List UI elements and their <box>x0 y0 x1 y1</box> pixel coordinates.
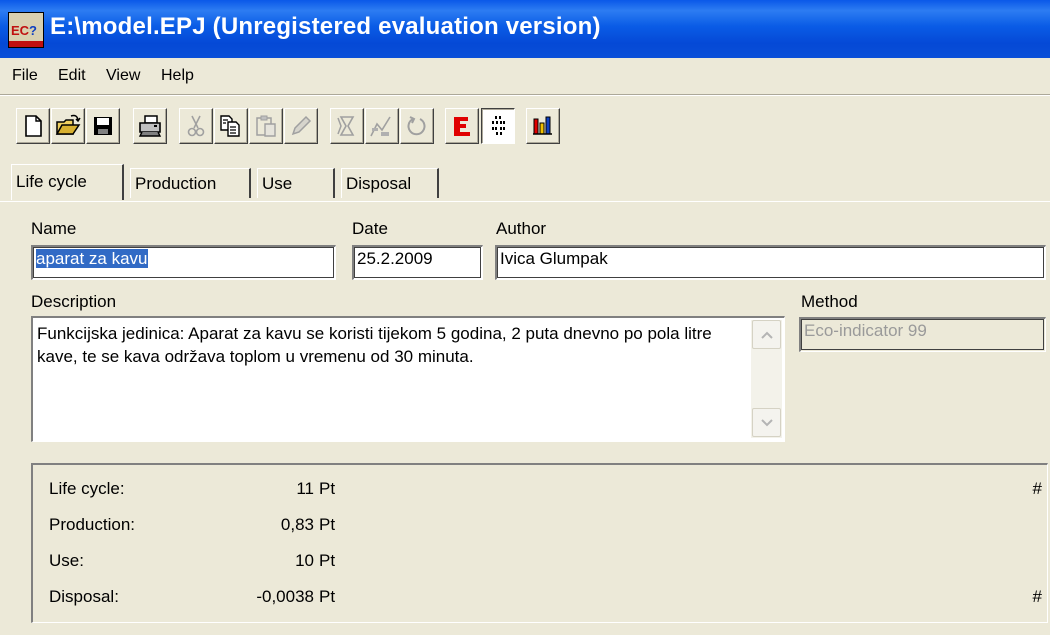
eco-indicator-button[interactable] <box>445 108 479 144</box>
tab-strip: Life cycle Production Use Disposal <box>0 156 1050 204</box>
results-panel: Life cycle: 11 Pt # Production: 0,83 Pt … <box>31 463 1048 623</box>
tab-divider <box>0 201 1050 203</box>
title-bar[interactable]: EC ? E:\model.EPJ (Unregistered evaluati… <box>0 0 1050 58</box>
description-label: Description <box>31 292 117 311</box>
window-title: E:\model.EPJ (Unregistered evaluation ve… <box>50 13 601 40</box>
edit-pencil-icon <box>291 115 312 136</box>
cut-button[interactable] <box>179 108 213 144</box>
open-button[interactable] <box>51 108 85 144</box>
result-unit: Pt <box>319 479 336 498</box>
menu-help[interactable]: Help <box>161 67 194 85</box>
name-field-selected-text: aparat za kavu <box>36 249 148 268</box>
result-row-production: Production: 0,83 Pt <box>49 515 1039 547</box>
eco-app-icon[interactable]: EC ? <box>8 12 44 48</box>
hourglass-button[interactable] <box>330 108 364 144</box>
description-text: Funkcijska jedinica: Aparat za kavu se k… <box>37 324 712 366</box>
result-name: Use: <box>49 551 84 570</box>
save-disk-icon <box>94 117 112 135</box>
description-scrollbar[interactable] <box>751 320 782 438</box>
copy-button[interactable] <box>214 108 248 144</box>
paste-button[interactable] <box>249 108 283 144</box>
result-value: -0,0038 <box>256 587 314 606</box>
result-value: 11 <box>296 479 314 498</box>
print-button[interactable] <box>133 108 167 144</box>
copy-icon <box>220 115 240 137</box>
scroll-up-button[interactable] <box>752 320 781 349</box>
open-folder-icon <box>55 114 81 135</box>
tab-production[interactable]: Production <box>130 168 251 198</box>
result-row-disposal: Disposal: -0,0038 Pt # <box>49 587 1042 619</box>
result-name: Production: <box>49 515 135 534</box>
refresh-icon <box>407 116 426 136</box>
new-document-icon <box>25 115 42 137</box>
tree-view-button[interactable] <box>481 108 515 144</box>
method-field: Eco-indicator 99 <box>799 317 1046 352</box>
edit-button[interactable] <box>284 108 318 144</box>
result-name: Life cycle: <box>49 479 125 498</box>
description-textarea[interactable]: Funkcijska jedinica: Aparat za kavu se k… <box>31 316 785 442</box>
toolbar <box>0 96 1050 156</box>
save-button[interactable] <box>86 108 120 144</box>
date-label: Date <box>352 219 388 238</box>
tab-disposal[interactable]: Disposal <box>341 168 439 198</box>
paste-icon <box>256 115 276 137</box>
author-label: Author <box>496 219 547 238</box>
name-label: Name <box>31 219 77 238</box>
print-icon <box>138 115 162 137</box>
hourglass-icon <box>337 116 355 136</box>
scroll-down-button[interactable] <box>752 408 781 437</box>
refresh-button[interactable] <box>400 108 434 144</box>
svg-text:EC: EC <box>11 23 30 38</box>
bar-chart-button[interactable] <box>526 108 560 144</box>
compare-button[interactable] <box>365 108 399 144</box>
result-value: 0,83 <box>280 515 314 534</box>
cut-icon <box>187 115 205 137</box>
result-row-use: Use: 10 Pt <box>49 551 1039 583</box>
result-unit: Pt <box>319 587 336 606</box>
svg-text:?: ? <box>29 23 37 38</box>
tab-use[interactable]: Use <box>257 168 335 198</box>
result-hash: # <box>1032 587 1042 606</box>
tab-life-cycle[interactable]: Life cycle <box>11 164 124 200</box>
new-document-button[interactable] <box>16 108 50 144</box>
tree-view-icon <box>492 116 505 135</box>
method-label: Method <box>801 292 858 311</box>
menu-edit[interactable]: Edit <box>58 67 86 85</box>
date-field[interactable]: 25.2.2009 <box>352 245 483 280</box>
compare-icon <box>370 116 391 137</box>
eco-indicator-icon <box>454 117 470 136</box>
menu-bar: File Edit View Help <box>0 58 1050 94</box>
name-field[interactable]: aparat za kavu <box>31 245 336 280</box>
chevron-down-icon <box>760 418 773 426</box>
result-value: 10 <box>295 551 314 570</box>
result-unit: Pt <box>319 551 336 570</box>
author-field[interactable]: Ivica Glumpak <box>495 245 1046 280</box>
chevron-up-icon <box>760 331 773 339</box>
result-row-life-cycle: Life cycle: 11 Pt # <box>49 479 1042 511</box>
result-unit: Pt <box>319 515 336 534</box>
menu-file[interactable]: File <box>12 67 38 85</box>
bar-chart-icon <box>533 116 552 135</box>
result-name: Disposal: <box>49 587 119 606</box>
result-hash: # <box>1032 479 1042 498</box>
menu-view[interactable]: View <box>106 67 140 85</box>
